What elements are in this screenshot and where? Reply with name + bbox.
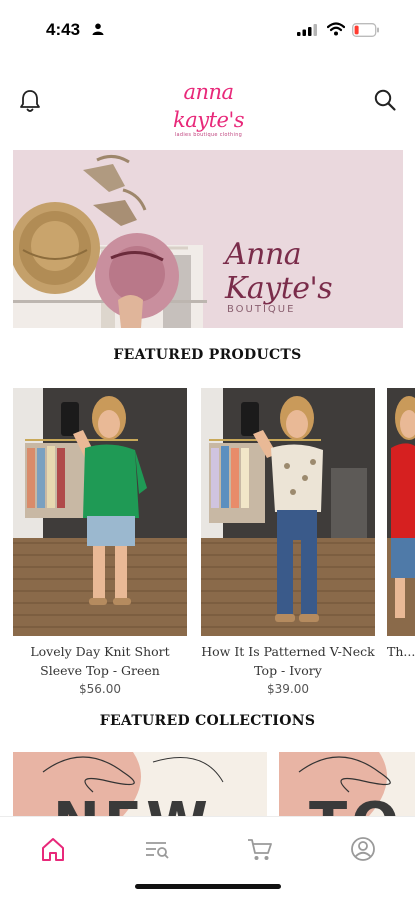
product-image[interactable]: [13, 388, 187, 636]
account-icon[interactable]: [348, 835, 378, 863]
person-icon: [92, 23, 104, 35]
featured-collections-title: FEATURED COLLECTIONS: [99, 713, 316, 729]
product-photo-ivory-top: [201, 388, 375, 636]
hero-title: Anna Kayte's: [225, 237, 333, 306]
hero-photo: [13, 155, 207, 328]
home-icon[interactable]: [38, 835, 68, 863]
product-card[interactable]: Th... Slee...: [387, 388, 415, 661]
brand-logo[interactable]: anna kayte's ladies boutique clothing: [146, 78, 271, 138]
battery-low-icon: [352, 23, 379, 37]
search-list-icon[interactable]: [142, 835, 172, 863]
bell-icon[interactable]: [18, 88, 42, 114]
collection-card[interactable]: TO: [279, 752, 415, 816]
product-name[interactable]: Lovely Day Knit Short Sleeve Top - Green: [13, 642, 187, 680]
search-icon[interactable]: [373, 88, 397, 112]
app-header: anna kayte's ladies boutique clothing: [0, 72, 415, 138]
collection-label: NEW: [53, 796, 212, 817]
collection-label: TO: [309, 796, 403, 817]
product-photo-red-top: [387, 388, 415, 636]
product-card[interactable]: Lovely Day Knit Short Sleeve Top - Green…: [13, 388, 187, 696]
wifi-icon: [327, 22, 345, 36]
product-image[interactable]: [201, 388, 375, 636]
hero-banner[interactable]: Anna Kayte's BOUTIQUE: [13, 150, 403, 328]
product-name[interactable]: Th... Slee...: [387, 642, 415, 661]
logo-tagline: ladies boutique clothing: [174, 132, 243, 138]
cellular-signal-icon: [297, 24, 317, 36]
logo-text: anna kayte's: [172, 80, 245, 132]
cart-icon[interactable]: [245, 835, 275, 863]
product-image[interactable]: [387, 388, 415, 636]
product-name[interactable]: How It Is Patterned V-Neck Top - Ivory: [201, 642, 375, 680]
status-bar: 4:43: [0, 0, 415, 62]
hero-text: Anna Kayte's BOUTIQUE: [225, 237, 403, 316]
home-indicator: [135, 884, 281, 889]
featured-products-title: FEATURED PRODUCTS: [113, 347, 302, 363]
collection-card[interactable]: NEW: [13, 752, 267, 816]
product-photo-green-top: [13, 388, 187, 636]
product-price: $56.00: [79, 682, 121, 696]
product-card[interactable]: How It Is Patterned V-Neck Top - Ivory $…: [201, 388, 375, 696]
status-time: 4:43: [46, 20, 81, 39]
product-price: $39.00: [267, 682, 309, 696]
